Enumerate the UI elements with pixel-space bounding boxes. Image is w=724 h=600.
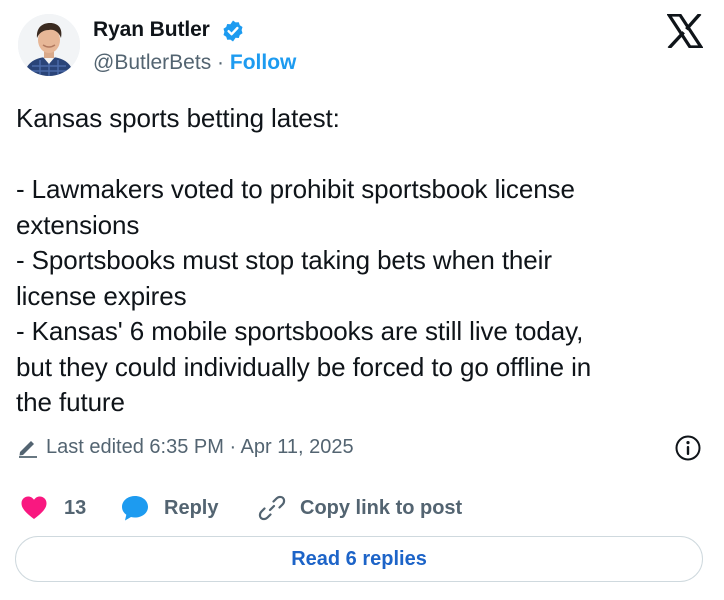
verified-badge-icon [223, 20, 243, 42]
edited-timestamp-row[interactable]: Last edited 6:35 PM · Apr 11, 2025 [16, 433, 354, 461]
like-count: 13 [64, 496, 87, 519]
author-handle[interactable]: @ButlerBets [93, 51, 211, 74]
pencil-icon [19, 441, 37, 458]
post-actions: 13 Reply Copy link to post [20, 490, 462, 526]
post-text-line: - Sportsbooks must stop taking bets when… [16, 245, 552, 275]
post-text-line: - Lawmakers voted to prohibit sportsbook… [16, 174, 575, 204]
link-icon [258, 495, 286, 521]
x-logo-icon[interactable] [667, 14, 703, 48]
embedded-post: Ryan Butler @ButlerBets · Follow Kansas … [0, 0, 724, 600]
copy-link-button[interactable]: Copy link to post [256, 492, 462, 524]
post-text-line: - Kansas' 6 mobile sportsbooks are still… [16, 316, 584, 346]
handle-separator: · [211, 51, 230, 74]
info-icon[interactable] [674, 434, 702, 462]
author-name[interactable]: Ryan Butler [93, 17, 210, 43]
post-text-line: license expires [16, 280, 187, 311]
speech-bubble-icon [122, 496, 148, 521]
copy-link-label: Copy link to post [300, 496, 463, 519]
avatar[interactable] [18, 14, 80, 76]
read-replies-button[interactable]: Read 6 replies [15, 536, 703, 582]
post-text-line: Kansas sports betting latest: [16, 103, 340, 133]
post-text: Kansas sports betting latest: - Lawmaker… [16, 101, 706, 421]
post-text-line: but they could individually be forced to… [16, 351, 592, 382]
post-text-blank-line [16, 137, 706, 173]
author-handle-line: @ButlerBets · Follow [93, 50, 296, 76]
reply-button[interactable]: Reply [120, 494, 256, 522]
post-text-line: the future [16, 387, 125, 417]
read-replies-label: Read 6 replies [291, 547, 427, 570]
heart-icon [21, 496, 47, 519]
edited-timestamp[interactable]: Last edited 6:35 PM · Apr 11, 2025 [46, 436, 354, 459]
post-text-line: extensions [16, 209, 140, 240]
reply-label: Reply [164, 496, 219, 519]
like-button[interactable]: 13 [20, 495, 120, 521]
follow-link[interactable]: Follow [230, 51, 297, 74]
